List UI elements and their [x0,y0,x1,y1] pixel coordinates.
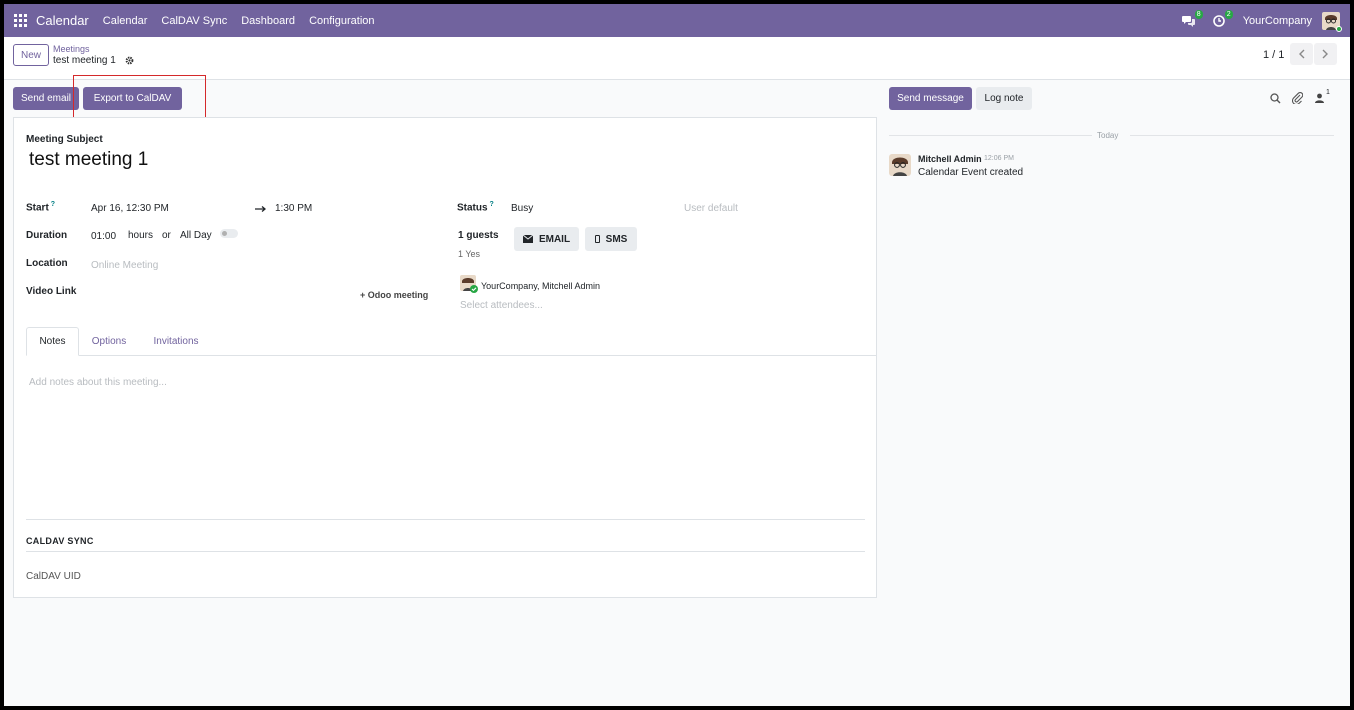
subject-label: Meeting Subject [26,134,103,145]
breadcrumb-current: test meeting 1 [53,55,116,66]
sms-attendees-button[interactable]: SMS [585,227,637,251]
search-icon[interactable] [1270,93,1281,104]
location-label: Location [26,258,68,269]
email-attendees-button[interactable]: EMAIL [514,227,579,251]
new-button[interactable]: New [13,44,49,66]
duration-label: Duration [26,230,68,241]
app-window: Calendar Calendar CalDAV Sync Dashboard … [4,4,1350,706]
envelope-icon [522,235,533,243]
tab-invitations[interactable]: Invitations [139,327,213,356]
chevron-right-icon [1322,49,1328,59]
hours-label: hours [128,230,154,241]
author-avatar-icon[interactable] [889,154,911,176]
location-field[interactable]: Online Meeting [91,260,158,271]
control-panel: New Meetings test meeting 1 1 / 1 [4,37,1350,80]
mobile-phone-icon [594,235,600,243]
status-label: Status ? [457,201,494,214]
activities-badge: 2 [1224,9,1233,19]
or-label: or [162,230,171,241]
chevron-left-icon [1299,49,1305,59]
tab-options[interactable]: Options [79,327,139,356]
tab-notes[interactable]: Notes [26,327,79,356]
date-separator: Today [1097,131,1119,140]
paperclip-icon[interactable] [1292,92,1303,104]
message-author[interactable]: Mitchell Admin [918,154,982,164]
send-email-button[interactable]: Send email [13,87,79,110]
breadcrumb-meetings[interactable]: Meetings [53,44,90,54]
pager-value[interactable]: 1 / 1 [1263,49,1284,61]
send-message-button[interactable]: Send message [889,87,972,110]
help-tooltip-icon[interactable]: ? [488,201,494,208]
help-tooltip-icon[interactable]: ? [49,201,55,208]
followers-count: 1 [1326,89,1330,96]
company-switcher[interactable]: YourCompany [1243,15,1312,27]
messaging-button[interactable]: 8 [1181,9,1203,27]
caldav-uid-label: CalDAV UID [26,571,81,582]
arrow-right-icon [255,206,266,212]
guests-yes-count: 1 Yes [458,249,481,259]
section-underline [26,551,865,552]
privacy-field[interactable]: User default [684,203,738,214]
video-link-label: Video Link [26,286,77,297]
odoo-meeting-link[interactable]: + Odoo meeting [360,290,428,300]
top-navbar: Calendar Calendar CalDAV Sync Dashboard … [4,4,1350,37]
end-time-field[interactable]: 1:30 PM [275,203,312,214]
allday-label: All Day [180,230,212,241]
online-status-dot [1336,25,1342,32]
activities-button[interactable]: 2 [1212,9,1233,27]
message-body: Calendar Event created [918,167,1024,178]
start-label: Start ? [26,201,56,214]
clock-icon [1212,14,1225,27]
plus-icon: + [360,290,368,300]
user-avatar[interactable] [1322,11,1342,32]
notes-field[interactable]: Add notes about this meeting... [29,377,167,388]
date-separator-line-right [1130,135,1334,136]
gear-icon[interactable] [125,56,134,65]
menu-dashboard[interactable]: Dashboard [241,15,295,27]
allday-toggle[interactable] [220,229,238,238]
subject-field[interactable]: test meeting 1 [29,149,148,171]
duration-field[interactable]: 01:00 [91,231,116,242]
attendee-tag[interactable]: YourCompany, Mitchell Admin [481,281,600,291]
status-field[interactable]: Busy [511,203,533,214]
pager-next-button[interactable] [1314,43,1337,65]
menu-calendar[interactable]: Calendar [103,15,148,27]
log-note-button[interactable]: Log note [976,87,1032,110]
highlight-annotation [73,75,206,120]
start-date-field[interactable]: Apr 16, 12:30 PM [91,203,169,214]
menu-configuration[interactable]: Configuration [309,15,374,27]
chat-bubbles-icon [1181,15,1195,27]
guests-count: 1 guests [458,230,499,241]
form-tabs: Notes Options Invitations [26,327,877,356]
caldav-section-title: CALDAV SYNC [26,536,94,546]
form-sheet: Meeting Subject test meeting 1 Start ? A… [13,117,877,598]
app-name[interactable]: Calendar [36,13,89,28]
section-divider [26,519,865,520]
pager-previous-button[interactable] [1290,43,1313,65]
attendee-avatar-icon [460,275,478,293]
message-time: 12:06 PM [984,155,1014,162]
menu-caldav-sync[interactable]: CalDAV Sync [161,15,227,27]
systray: 8 2 YourCompany [1181,9,1350,32]
attendees-input[interactable]: Select attendees... [460,300,543,311]
apps-menu-icon[interactable] [14,14,27,27]
messages-badge: 8 [1194,9,1203,19]
date-separator-line-left [889,135,1092,136]
followers-icon[interactable] [1315,93,1324,103]
